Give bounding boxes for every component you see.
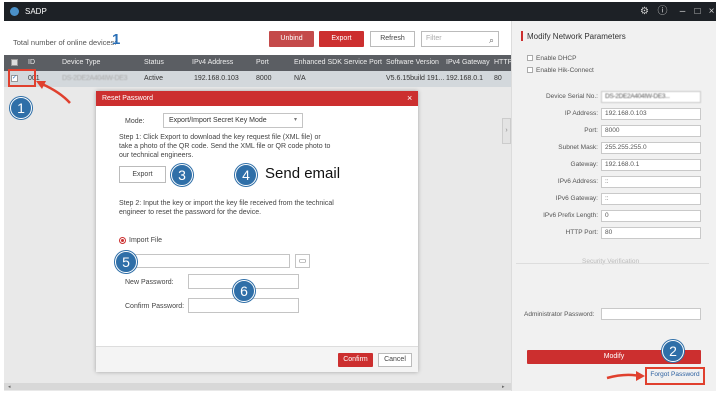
arrow-1 bbox=[41, 82, 71, 104]
annotation-arrows bbox=[36, 81, 645, 381]
arrow-2-head bbox=[636, 371, 645, 381]
arrow-2 bbox=[606, 373, 641, 380]
